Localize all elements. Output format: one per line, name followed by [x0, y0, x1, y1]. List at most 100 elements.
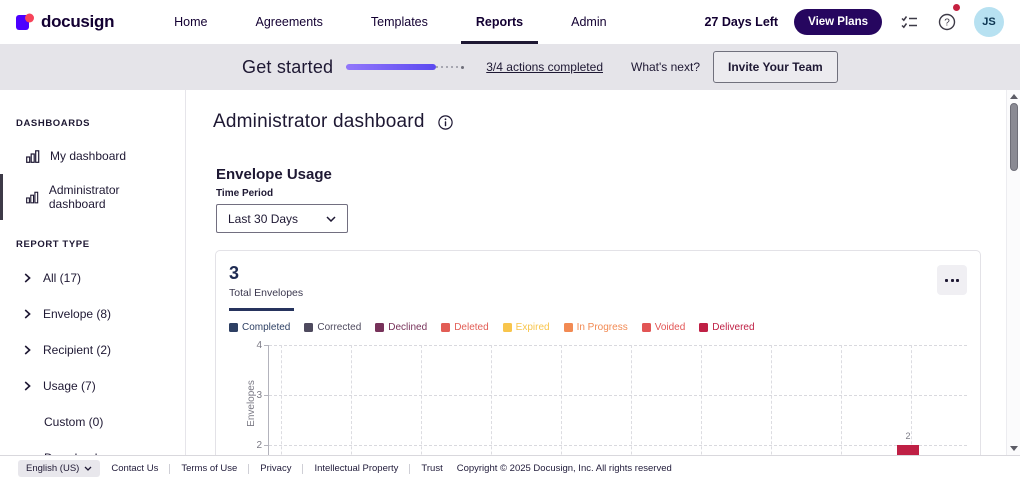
legend-swatch	[304, 323, 314, 332]
bar-chart-icon	[26, 191, 39, 203]
legend-item-voided: Voided	[641, 322, 685, 333]
legend-swatch	[502, 323, 512, 332]
chevron-right-icon	[24, 381, 31, 391]
vertical-scrollbar[interactable]	[1006, 90, 1020, 455]
docusign-logo-text: docusign	[41, 12, 115, 31]
nav-item-agreements[interactable]: Agreements	[256, 0, 323, 44]
divider	[248, 463, 250, 474]
legend-item-deleted: Deleted	[441, 322, 489, 333]
whats-next-label: What's next?	[631, 60, 700, 74]
gridline	[491, 345, 492, 455]
sidebar-item-usage[interactable]: Usage (7)	[0, 370, 185, 402]
divider	[169, 463, 171, 474]
notification-dot	[953, 4, 960, 11]
gridline	[561, 345, 562, 455]
legend-swatch	[699, 323, 709, 332]
nav-items: Home Agreements Templates Reports Admin	[174, 0, 607, 44]
info-icon[interactable]	[437, 114, 453, 130]
progress-end-dot	[460, 65, 465, 69]
sidebar-item-administrator-dashboard[interactable]: Administrator dashboard	[0, 174, 185, 220]
scroll-down-arrow[interactable]	[1009, 446, 1018, 451]
sidebar-item-custom[interactable]: Custom (0)	[0, 406, 185, 438]
invite-your-team-button[interactable]: Invite Your Team	[713, 51, 838, 83]
chevron-down-icon	[326, 215, 336, 222]
days-left-label: 27 Days Left	[704, 15, 779, 29]
copyright-text: Copyright © 2025 Docusign, Inc. All righ…	[456, 463, 672, 474]
report-type-label: Usage (7)	[43, 379, 96, 393]
chevron-right-icon	[24, 345, 31, 355]
help-icon[interactable]: ?	[936, 4, 960, 33]
y-tick-4: 4	[256, 340, 262, 351]
legend-item-delivered: Delivered	[699, 322, 755, 333]
chart-bar-delivered[interactable]	[897, 445, 919, 455]
time-period-label: Time Period	[216, 188, 274, 199]
language-select[interactable]: English (US)	[18, 460, 101, 477]
footer-link-contact-us[interactable]: Contact Us	[111, 463, 158, 474]
view-plans-button[interactable]: View Plans	[794, 9, 882, 35]
footer: English (US) Contact Us Terms of Use Pri…	[0, 455, 1020, 481]
nav-item-templates[interactable]: Templates	[371, 0, 428, 44]
legend-swatch	[641, 323, 651, 332]
progress-bar	[346, 64, 466, 70]
report-type-label: All (17)	[43, 271, 82, 285]
legend-swatch	[441, 323, 451, 332]
legend-swatch	[375, 323, 385, 332]
chevron-right-icon	[24, 273, 31, 283]
gridline	[269, 345, 967, 346]
envelope-usage-card: 3 Total Envelopes Completed Corrected De…	[215, 250, 981, 455]
sidebar-item-envelope[interactable]: Envelope (8)	[0, 298, 185, 330]
sidebar-item-my-dashboard[interactable]: My dashboard	[0, 141, 185, 171]
legend-item-declined: Declined	[375, 322, 427, 333]
progress-fill	[346, 64, 437, 70]
body-row: DASHBOARDS My dashboard Administrator da…	[0, 90, 1020, 455]
scrollbar-thumb[interactable]	[1009, 103, 1018, 171]
footer-link-trust[interactable]: Trust	[421, 463, 442, 474]
docusign-logo[interactable]: docusign	[16, 0, 114, 44]
get-started-title: Get started	[242, 56, 334, 77]
nav-item-reports[interactable]: Reports	[460, 0, 539, 44]
checklist-icon[interactable]	[898, 11, 920, 33]
tab-underline	[229, 308, 294, 311]
envelope-usage-title: Envelope Usage	[216, 166, 332, 183]
report-type-label: Envelope (8)	[43, 307, 112, 321]
report-type-label: Recipient (2)	[43, 343, 112, 357]
nav-item-home[interactable]: Home	[174, 0, 207, 44]
card-options-button[interactable]	[937, 265, 967, 295]
gridline	[421, 345, 422, 455]
time-period-value: Last 30 Days	[228, 211, 299, 226]
time-period-select[interactable]: Last 30 Days	[216, 204, 348, 233]
y-axis-label: Envelopes	[245, 380, 257, 427]
user-avatar[interactable]: JS	[974, 7, 1004, 37]
sidebar: DASHBOARDS My dashboard Administrator da…	[0, 90, 186, 455]
gridline	[701, 345, 702, 455]
legend-item-completed: Completed	[229, 322, 290, 333]
footer-link-terms[interactable]: Terms of Use	[181, 463, 237, 474]
scroll-up-arrow[interactable]	[1009, 94, 1018, 99]
nav-item-admin[interactable]: Admin	[571, 0, 606, 44]
actions-completed-link[interactable]: 3/4 actions completed	[486, 60, 603, 74]
gridline	[269, 445, 967, 446]
footer-link-privacy[interactable]: Privacy	[260, 463, 291, 474]
sidebar-item-recipient[interactable]: Recipient (2)	[0, 334, 185, 366]
sidebar-header-dashboards: DASHBOARDS	[16, 118, 91, 129]
legend-item-in-progress: In Progress	[563, 322, 628, 333]
legend-item-expired: Expired	[502, 322, 550, 333]
svg-text:?: ?	[944, 18, 950, 29]
sidebar-item-all[interactable]: All (17)	[0, 262, 185, 294]
legend-swatch	[563, 323, 573, 332]
app-window: docusign Home Agreements Templates Repor…	[0, 0, 1020, 481]
legend-swatch	[229, 323, 238, 332]
sidebar-item-label: Administrator dashboard	[48, 183, 120, 211]
divider	[302, 463, 304, 474]
envelope-usage-chart: Envelopes 4 3 2 2	[229, 340, 967, 455]
get-started-banner: Get started 3/4 actions completed What's…	[0, 44, 1020, 90]
gridline	[631, 345, 632, 455]
sidebar-item-downloads[interactable]: Downloads	[0, 442, 185, 455]
y-tick-2: 2	[256, 440, 262, 451]
footer-link-intellectual-property[interactable]: Intellectual Property	[314, 463, 398, 474]
chevron-down-icon	[84, 466, 92, 471]
main-content: Administrator dashboard Envelope Usage T…	[186, 90, 1006, 455]
y-tick-3: 3	[256, 390, 262, 401]
bar-value-label: 2	[905, 431, 911, 441]
sidebar-header-report-type: REPORT TYPE	[16, 239, 90, 250]
